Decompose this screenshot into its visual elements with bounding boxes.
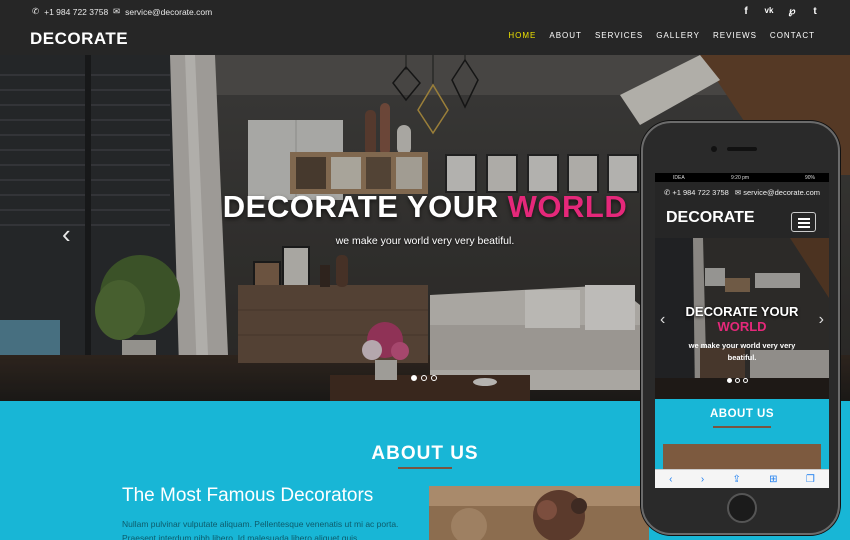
about-image: [429, 486, 649, 540]
contact-email-text: service@decorate.com: [125, 6, 213, 17]
main-nav: HOME ABOUT SERVICES GALLERY REVIEWS CONT…: [508, 31, 815, 40]
mail-icon: ✉: [734, 188, 742, 197]
phone-contact: ✆ +1 984 722 3758 ✉ service@decorate.com: [655, 188, 829, 197]
phone-contact-email[interactable]: ✉ service@decorate.com: [735, 188, 820, 197]
slider-prev-icon[interactable]: ‹: [62, 219, 71, 250]
slider-dot-3[interactable]: [431, 375, 437, 381]
back-icon[interactable]: ‹: [669, 474, 672, 485]
page: ✆ +1 984 722 3758 ✉ service@decorate.com…: [0, 0, 850, 540]
contact-email[interactable]: ✉ service@decorate.com: [113, 6, 212, 17]
phone-about-section: ABOUT US: [655, 399, 829, 474]
phone-mockup: IDEA 9:20 pm 90% ✆ +1 984 722 3758 ✉ ser…: [641, 121, 840, 535]
header: ✆ +1 984 722 3758 ✉ service@decorate.com…: [0, 0, 850, 55]
nav-about[interactable]: ABOUT: [549, 31, 582, 40]
phone-home-button: [727, 493, 757, 523]
phone-slider-next-icon[interactable]: ›: [819, 311, 824, 329]
phone-speaker: [727, 147, 757, 151]
phone-slider-dot-2[interactable]: [735, 378, 740, 383]
phone-hero: DECORATE YOUR WORLD we make your world v…: [655, 238, 829, 399]
hero-title-main: DECORATE YOUR: [222, 189, 499, 224]
status-battery: 90%: [805, 175, 816, 181]
status-time: 9:20 pm: [731, 175, 750, 181]
nav-reviews[interactable]: REVIEWS: [713, 31, 757, 40]
about-subtitle: The Most Famous Decorators: [122, 485, 374, 506]
phone-slider-dots: [727, 378, 748, 383]
phone-icon: ✆: [663, 188, 671, 197]
about-divider: [398, 467, 452, 469]
contact-phone[interactable]: ✆ +1 984 722 3758: [32, 6, 108, 17]
phone-icon: ✆: [32, 6, 40, 16]
mail-icon: ✉: [113, 6, 121, 16]
phone-slider-prev-icon[interactable]: ‹: [660, 311, 665, 329]
slider-dot-1[interactable]: [411, 375, 417, 381]
phone-hero-subtitle: we make your world very very beatiful.: [688, 341, 796, 362]
phone-hero-title: DECORATE YOUR: [685, 304, 799, 319]
phone-contact-email-text: service@decorate.com: [743, 188, 821, 197]
phone-contact-phone[interactable]: ✆ +1 984 722 3758: [664, 188, 729, 197]
about-text: Nullam pulvinar vulputate aliquam. Pelle…: [122, 519, 399, 540]
phone-screen: IDEA 9:20 pm 90% ✆ +1 984 722 3758 ✉ ser…: [655, 173, 829, 488]
nav-home[interactable]: HOME: [508, 31, 536, 40]
contact-phone-text: +1 984 722 3758: [44, 6, 109, 17]
phone-hero-title-accent: WORLD: [717, 319, 767, 334]
phone-status-bar: IDEA 9:20 pm 90%: [655, 173, 829, 182]
status-carrier: IDEA: [673, 175, 685, 181]
phone-slider-dot-3[interactable]: [743, 378, 748, 383]
hamburger-menu-icon[interactable]: [791, 212, 816, 232]
bookmarks-icon[interactable]: ⊞: [769, 474, 777, 485]
site-logo[interactable]: DECORATE: [30, 29, 128, 49]
twitter-icon[interactable]: t: [810, 6, 820, 17]
slider-dot-2[interactable]: [421, 375, 427, 381]
pinterest-icon[interactable]: ℘: [787, 6, 797, 17]
vk-icon[interactable]: vk: [764, 6, 774, 17]
phone-about-divider: [713, 426, 771, 428]
browser-toolbar: ‹ › ⇪ ⊞ ❐: [655, 469, 829, 488]
share-icon[interactable]: ⇪: [732, 474, 740, 485]
hero-title-accent: WORLD: [507, 189, 628, 224]
phone-contact-phone-text: +1 984 722 3758: [672, 188, 729, 197]
nav-contact[interactable]: CONTACT: [770, 31, 815, 40]
social-links: f vk ℘ t: [741, 6, 820, 17]
nav-services[interactable]: SERVICES: [595, 31, 643, 40]
phone-slider-dot-1[interactable]: [727, 378, 732, 383]
forward-icon[interactable]: ›: [701, 474, 704, 485]
phone-about-title: ABOUT US: [709, 408, 775, 420]
phone-camera: [711, 146, 717, 152]
tabs-icon[interactable]: ❐: [806, 474, 815, 485]
slider-dots: [411, 375, 437, 381]
facebook-icon[interactable]: f: [741, 6, 751, 17]
nav-gallery[interactable]: GALLERY: [656, 31, 700, 40]
phone-site-logo[interactable]: DECORATE: [666, 209, 755, 227]
